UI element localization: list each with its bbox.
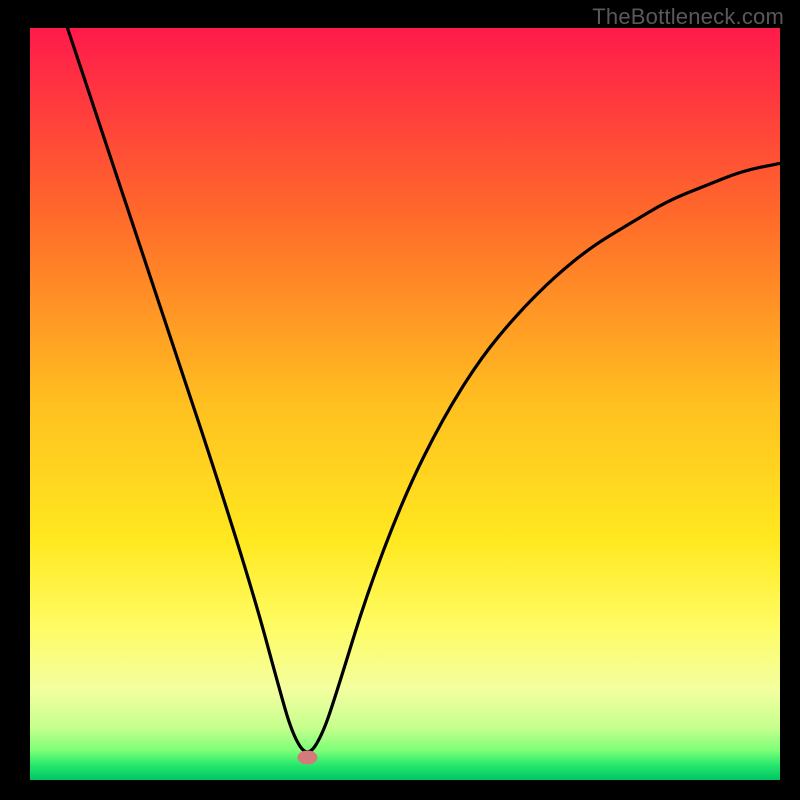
optimum-marker xyxy=(298,750,318,764)
watermark-text: TheBottleneck.com xyxy=(592,4,784,30)
bottleneck-chart xyxy=(0,0,800,800)
chart-svg xyxy=(0,0,800,800)
gradient-panel xyxy=(30,28,780,780)
